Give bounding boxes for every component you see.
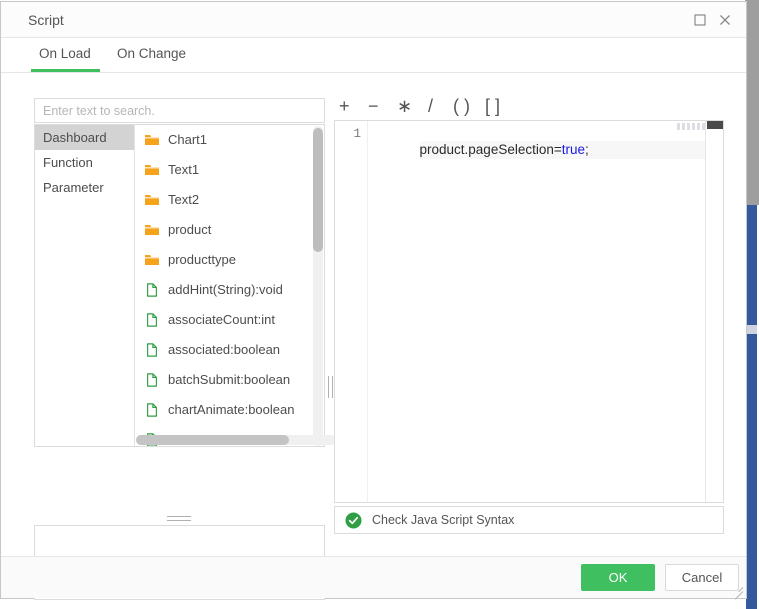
cancel-button[interactable]: Cancel [665, 564, 739, 591]
list-item[interactable]: associateCount:int [135, 305, 324, 335]
dialog-footer: OK Cancel [1, 556, 746, 600]
folder-icon [144, 163, 160, 177]
resize-grip-handle[interactable] [731, 583, 744, 600]
list-item-label: Text1 [168, 162, 200, 177]
list-item[interactable]: addHint(String):void [135, 275, 324, 305]
code-token-keyword: true [561, 142, 586, 157]
operator-toolbar: + − ∗ / ( ) [ ] [334, 95, 724, 121]
object-tree-panel: Dashboard Function Parameter Chart1 Text… [34, 124, 336, 447]
operator-plus-button[interactable]: + [339, 95, 350, 117]
folder-icon [144, 193, 160, 207]
operator-multiply-button[interactable]: ∗ [397, 95, 412, 117]
file-icon [144, 313, 160, 327]
syntax-check-bar: Check Java Script Syntax [334, 506, 724, 534]
operator-minus-button[interactable]: − [368, 95, 379, 117]
tab-on-change[interactable]: On Change [117, 46, 186, 70]
tree-horizontal-scroll-thumb[interactable] [136, 435, 289, 445]
code-text-area[interactable]: product.pageSelection=true; [368, 121, 723, 502]
tree-vertical-scroll-thumb[interactable] [313, 128, 323, 252]
editor-vertical-scroll-thumb[interactable] [707, 121, 723, 129]
list-item[interactable]: Text2 [135, 185, 324, 215]
tree-horizontal-scrollbar[interactable] [136, 435, 336, 445]
code-editor[interactable]: 1 product.pageSelection=true; [334, 120, 724, 503]
category-item-parameter[interactable]: Parameter [35, 175, 134, 200]
node-list[interactable]: Chart1 Text1 Text2 product producttype a… [135, 125, 324, 446]
file-icon [144, 373, 160, 387]
list-item[interactable]: associated:boolean [135, 335, 324, 365]
dialog-titlebar: Script [1, 2, 746, 38]
list-item-label: associated:boolean [168, 342, 281, 357]
list-item-label: producttype [168, 252, 236, 267]
file-icon [144, 343, 160, 357]
tab-on-load[interactable]: On Load [39, 46, 91, 70]
tab-active-underline [31, 69, 100, 72]
dialog-body: Dashboard Function Parameter Chart1 [1, 73, 746, 600]
code-token-expression: product.pageSelection= [419, 142, 562, 157]
list-item[interactable]: Text1 [135, 155, 324, 185]
category-item-dashboard[interactable]: Dashboard [35, 125, 134, 150]
background-app-notch [746, 325, 757, 334]
list-item-label: chartAnimate:boolean [168, 402, 295, 417]
editor-gutter: 1 [335, 121, 368, 502]
editor-vertical-scrollbar[interactable] [705, 121, 723, 502]
maximize-square-icon[interactable] [691, 11, 709, 29]
file-icon [144, 403, 160, 417]
list-item[interactable]: chartAnimate:boolean [135, 395, 324, 425]
list-item-label: associateCount:int [168, 312, 275, 327]
list-item-label: product [168, 222, 212, 237]
list-item[interactable]: Chart1 [135, 125, 324, 155]
category-item-function[interactable]: Function [35, 150, 134, 175]
operator-divide-button[interactable]: / [428, 95, 433, 117]
list-item[interactable]: product [135, 215, 324, 245]
list-item-label: addHint(String):void [168, 282, 283, 297]
horizontal-splitter-handle[interactable] [167, 516, 191, 524]
tree-vertical-scrollbar[interactable] [313, 126, 323, 446]
list-item-label: Chart1 [168, 132, 208, 147]
file-icon [144, 283, 160, 297]
folder-icon [144, 253, 160, 267]
dialog-tabbar: On Load On Change [1, 38, 746, 73]
code-line-1: product.pageSelection=true; [419, 141, 723, 159]
script-dialog: Script On Load On Change Enter text to s… [0, 1, 747, 600]
close-x-icon[interactable] [716, 11, 734, 29]
dialog-title: Script [28, 12, 64, 28]
operator-parentheses-button[interactable]: ( ) [453, 95, 470, 117]
list-item-label: batchSubmit:boolean [168, 372, 291, 387]
category-list: Dashboard Function Parameter [35, 125, 135, 446]
syntax-check-label[interactable]: Check Java Script Syntax [372, 513, 514, 527]
folder-icon [144, 223, 160, 237]
list-item[interactable]: batchSubmit:boolean [135, 365, 324, 395]
line-number: 1 [353, 127, 361, 141]
search-input[interactable] [34, 98, 325, 123]
code-token-semicolon: ; [585, 142, 589, 157]
list-item-label: Text2 [168, 192, 200, 207]
ok-button[interactable]: OK [581, 564, 655, 591]
green-check-circle-icon [345, 512, 362, 529]
background-app-strip [746, 205, 757, 609]
list-item[interactable]: producttype [135, 245, 324, 275]
screen: Script On Load On Change Enter text to s… [0, 0, 759, 609]
operator-brackets-button[interactable]: [ ] [485, 95, 500, 117]
background-window-strip [745, 0, 759, 205]
folder-icon [144, 133, 160, 147]
